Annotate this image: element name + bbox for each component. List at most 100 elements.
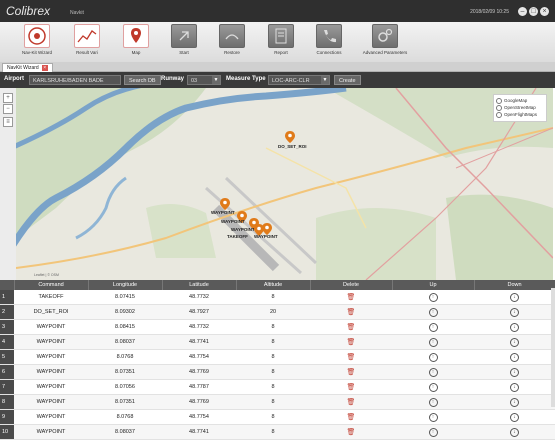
cell-alt[interactable]: 8 (236, 409, 310, 425)
layer-option[interactable]: GoogleMap (496, 98, 544, 104)
table-row[interactable]: 6 WAYPOINT 8.07351 48.7769 8 🗑 ↑ ↓ (0, 364, 555, 380)
ribbon-button-result[interactable]: Result Vari (64, 24, 110, 60)
runway-select[interactable]: 03 ▼ (187, 75, 221, 85)
trash-icon[interactable]: 🗑 (347, 429, 356, 436)
layers-icon[interactable]: ≡ (3, 117, 13, 127)
zoom-in-icon[interactable]: + (3, 93, 13, 103)
cell-alt[interactable]: 20 (236, 304, 310, 320)
zoom-out-icon[interactable]: − (3, 104, 13, 114)
ribbon-button-wizard[interactable]: Nav-Kit Wizard (14, 24, 60, 60)
cell-lon[interactable]: 8.0768 (88, 349, 162, 365)
arrow-down-icon[interactable]: ↓ (510, 412, 519, 422)
table-row[interactable]: 5 WAYPOINT 8.0768 48.7754 8 🗑 ↑ ↓ (0, 349, 555, 365)
cell-command[interactable]: WAYPOINT (14, 379, 88, 395)
cell-command[interactable]: WAYPOINT (14, 424, 88, 440)
measure-type-select[interactable]: LOC-ARC-CLR ▼ (268, 75, 330, 85)
cell-lat[interactable]: 48.7754 (162, 409, 236, 425)
ribbon-button-restore[interactable]: Restore (209, 24, 255, 60)
cell-command[interactable]: WAYPOINT (14, 319, 88, 335)
table-row[interactable]: 7 WAYPOINT 8.07056 48.7787 8 🗑 ↑ ↓ (0, 379, 555, 395)
table-row[interactable]: 10 WAYPOINT 8.08037 48.7741 8 🗑 ↑ ↓ (0, 424, 555, 440)
cell-lat[interactable]: 48.7732 (162, 290, 236, 305)
cell-lat[interactable]: 48.7741 (162, 424, 236, 440)
table-row[interactable]: 3 WAYPOINT 8.08415 48.7732 8 🗑 ↑ ↓ (0, 319, 555, 335)
arrow-down-icon[interactable]: ↓ (510, 337, 519, 347)
close-tab-icon[interactable]: × (41, 64, 48, 71)
cell-lon[interactable]: 8.09302 (88, 304, 162, 320)
table-row[interactable]: 8 WAYPOINT 8.07351 48.7769 8 🗑 ↑ ↓ (0, 394, 555, 410)
cell-lon[interactable]: 8.07351 (88, 394, 162, 410)
column-header[interactable]: Delete (310, 280, 393, 290)
cell-command[interactable]: WAYPOINT (14, 334, 88, 350)
trash-icon[interactable]: 🗑 (347, 399, 356, 406)
cell-lon[interactable]: 8.08037 (88, 424, 162, 440)
cell-lon[interactable]: 8.07415 (88, 290, 162, 305)
table-row[interactable]: 4 WAYPOINT 8.08037 48.7741 8 🗑 ↑ ↓ (0, 334, 555, 350)
cell-lat[interactable]: 48.7927 (162, 304, 236, 320)
cell-command[interactable]: WAYPOINT (14, 409, 88, 425)
radio-icon[interactable] (496, 112, 502, 118)
maximize-icon[interactable]: □ (529, 7, 538, 16)
cell-lat[interactable]: 48.7732 (162, 319, 236, 335)
cell-alt[interactable]: 8 (236, 379, 310, 395)
cell-alt[interactable]: 8 (236, 424, 310, 440)
arrow-down-icon[interactable]: ↓ (510, 382, 519, 392)
arrow-up-icon[interactable]: ↑ (428, 337, 438, 347)
radio-icon[interactable] (496, 105, 502, 111)
arrow-down-icon[interactable]: ↓ (510, 322, 519, 332)
trash-icon[interactable]: 🗑 (347, 369, 356, 376)
cell-alt[interactable]: 8 (236, 319, 310, 335)
minimize-icon[interactable]: – (518, 7, 527, 16)
ribbon-button-report[interactable]: Report (258, 24, 304, 60)
arrow-up-icon[interactable]: ↑ (428, 427, 438, 437)
cell-alt[interactable]: 8 (236, 349, 310, 365)
arrow-down-icon[interactable]: ↓ (510, 292, 519, 302)
arrow-up-icon[interactable]: ↑ (428, 412, 438, 422)
cell-command[interactable]: DO_SET_ROI (14, 304, 88, 320)
cell-lon[interactable]: 8.0768 (88, 409, 162, 425)
table-scrollbar[interactable] (551, 288, 555, 407)
cell-command[interactable]: WAYPOINT (14, 349, 88, 365)
column-header[interactable]: Command (14, 280, 89, 290)
create-button[interactable]: Create (334, 75, 361, 85)
cell-lat[interactable]: 48.7754 (162, 349, 236, 365)
ribbon-button-map[interactable]: Map (113, 24, 159, 60)
cell-lon[interactable]: 8.08415 (88, 319, 162, 335)
cell-lat[interactable]: 48.7741 (162, 334, 236, 350)
trash-icon[interactable]: 🗑 (347, 294, 356, 301)
cell-lat[interactable]: 48.7787 (162, 379, 236, 395)
arrow-down-icon[interactable]: ↓ (510, 352, 519, 362)
column-header[interactable]: Altitude (236, 280, 311, 290)
map-layer-switcher[interactable]: GoogleMap OpenStreetMap OpenFlightMaps (493, 94, 547, 122)
cell-alt[interactable]: 8 (236, 364, 310, 380)
arrow-up-icon[interactable]: ↑ (428, 382, 438, 392)
cell-alt[interactable]: 8 (236, 334, 310, 350)
table-row[interactable]: 1 TAKEOFF 8.07415 48.7732 8 🗑 ↑ ↓ (0, 290, 555, 305)
trash-icon[interactable]: 🗑 (347, 354, 356, 361)
map-marker-icon[interactable] (220, 198, 230, 210)
tab-navkit-wizard[interactable]: NavKit Wizard × (2, 63, 53, 72)
map-view[interactable]: DO_SET_ROI WAYPOINT WAYPOINT WAYPOINT TA… (16, 88, 553, 280)
arrow-up-icon[interactable]: ↑ (428, 352, 438, 362)
cell-lon[interactable]: 8.07351 (88, 364, 162, 380)
column-header[interactable]: Latitude (162, 280, 237, 290)
layer-option[interactable]: OpenFlightMaps (496, 112, 544, 118)
cell-command[interactable]: WAYPOINT (14, 394, 88, 410)
trash-icon[interactable]: 🗑 (347, 384, 356, 391)
arrow-down-icon[interactable]: ↓ (510, 367, 519, 377)
arrow-down-icon[interactable]: ↓ (510, 307, 519, 317)
trash-icon[interactable]: 🗑 (347, 339, 356, 346)
cell-alt[interactable]: 8 (236, 394, 310, 410)
cell-lon[interactable]: 8.07056 (88, 379, 162, 395)
ribbon-button-start[interactable]: Start (161, 24, 207, 60)
cell-lon[interactable]: 8.08037 (88, 334, 162, 350)
arrow-up-icon[interactable]: ↑ (428, 292, 438, 302)
arrow-down-icon[interactable]: ↓ (510, 427, 519, 437)
search-db-button[interactable]: Search DB (124, 75, 161, 85)
cell-lat[interactable]: 48.7769 (162, 394, 236, 410)
close-icon[interactable]: × (540, 7, 549, 16)
ribbon-button-advanced-parameters[interactable]: Advanced Parameters (356, 24, 414, 60)
trash-icon[interactable]: 🗑 (347, 324, 356, 331)
arrow-up-icon[interactable]: ↑ (428, 322, 438, 332)
column-header[interactable]: Down (474, 280, 555, 290)
